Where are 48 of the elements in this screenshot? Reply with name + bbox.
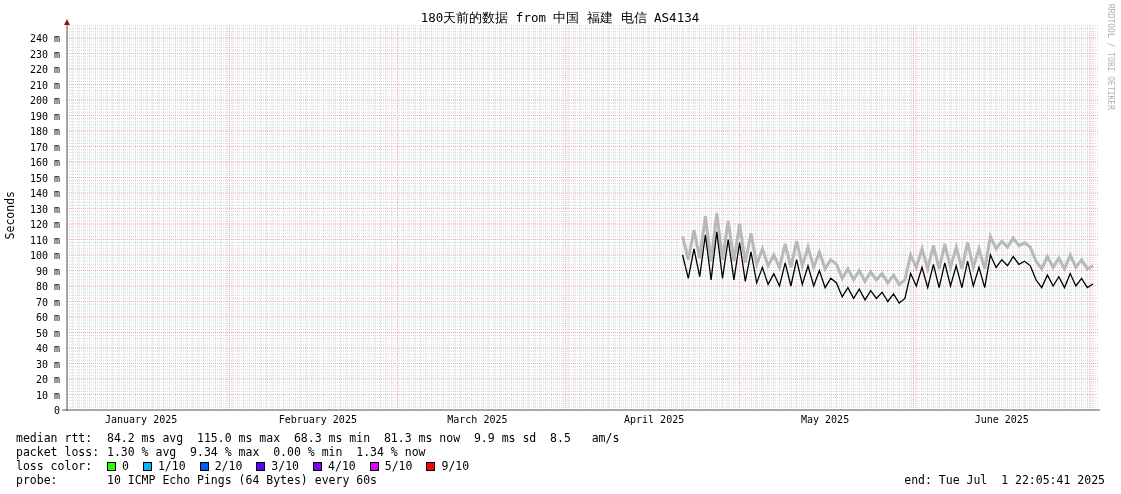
month-label: April 2025 bbox=[624, 414, 685, 425]
legend-text: 4/10 bbox=[328, 459, 356, 473]
y-tick-label: 140 m bbox=[29, 188, 60, 199]
legend-text: 10 ICMP Echo Pings (64 Bytes) every 60s bbox=[107, 473, 378, 487]
legend-text: 1.30 % avg 9.34 % max 0.00 % min 1.34 % now bbox=[107, 445, 426, 459]
legend-text: 5/10 bbox=[384, 459, 413, 473]
axis-label: Seconds bbox=[3, 190, 17, 240]
legend-label: probe: bbox=[16, 473, 59, 487]
legend-text: 0 bbox=[122, 459, 129, 473]
y-tick-label: 160 m bbox=[29, 157, 60, 168]
month-label: March 2025 bbox=[447, 414, 508, 425]
y-tick-label: 90 m bbox=[35, 265, 60, 277]
y-tick-label: 20 m bbox=[35, 374, 60, 385]
y-tick-label: 230 m bbox=[29, 48, 60, 60]
y-tick-label: 220 m bbox=[29, 64, 60, 75]
y-tick-label: 210 m bbox=[29, 79, 60, 91]
y-tick-label: 180 m bbox=[29, 126, 60, 137]
legend-text: 2/10 bbox=[214, 459, 243, 473]
end-time: end: Tue Jul 1 22:05:41 2025 bbox=[904, 473, 1105, 487]
legend-text: 9/10 bbox=[441, 459, 470, 473]
y-tick-label: 40 m bbox=[35, 343, 60, 354]
month-label: January 2025 bbox=[104, 414, 178, 425]
y-tick-label: 50 m bbox=[35, 327, 60, 339]
y-tick-label: 0 bbox=[53, 405, 60, 416]
y-tick-label: 150 m bbox=[29, 172, 60, 184]
y-tick-label: 120 m bbox=[29, 219, 60, 230]
legend-label: packet loss: bbox=[16, 445, 101, 459]
month-label: June 2025 bbox=[974, 414, 1029, 425]
y-tick-label: 130 m bbox=[29, 203, 60, 215]
credit-text: RRDTOOL / TOBI OETIKER bbox=[1106, 4, 1115, 110]
month-label: May 2025 bbox=[801, 414, 850, 425]
legend-text: 1/10 bbox=[157, 459, 186, 473]
y-tick-label: 30 m bbox=[35, 358, 60, 370]
legend-label: loss color: bbox=[16, 459, 94, 473]
month-label: February 2025 bbox=[278, 414, 357, 425]
legend-text: 84.2 ms avg 115.0 ms max 68.3 ms min 81.3 ms now 9.9 ms sd 8.5 am/s bbox=[107, 431, 620, 445]
legend-label: median rtt: bbox=[16, 431, 94, 445]
y-tick-label: 70 m bbox=[35, 296, 60, 308]
y-tick-label: 200 m bbox=[29, 95, 60, 106]
y-tick-label: 60 m bbox=[35, 312, 60, 323]
y-tick-label: 80 m bbox=[35, 281, 60, 292]
y-tick-label: 170 m bbox=[29, 141, 60, 153]
y-tick-label: 240 m bbox=[29, 33, 60, 44]
legend-text: 3/10 bbox=[271, 459, 300, 473]
y-tick-label: 100 m bbox=[29, 250, 60, 261]
y-tick-label: 10 m bbox=[35, 389, 60, 401]
y-tick-label: 190 m bbox=[29, 110, 60, 122]
y-tick-label: 110 m bbox=[29, 234, 60, 246]
